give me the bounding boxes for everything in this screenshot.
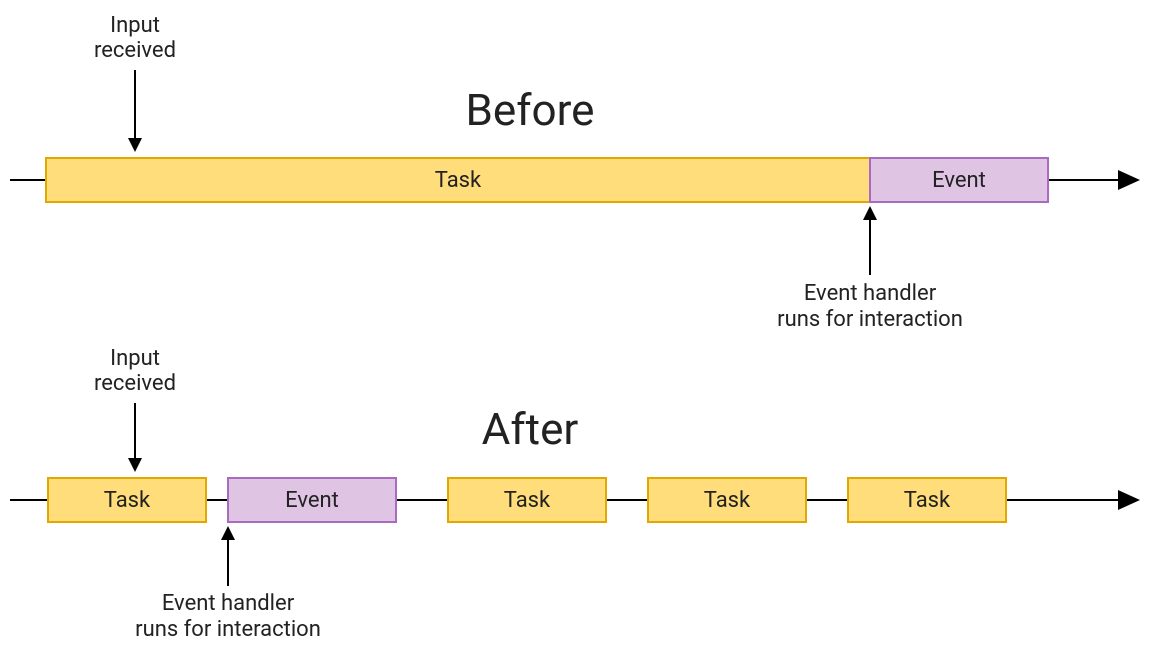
after-task-label-2: Task xyxy=(504,488,551,513)
after-task-box-3: Task xyxy=(648,478,806,522)
before-title: Before xyxy=(466,84,595,136)
after-task-box-4: Task xyxy=(848,478,1006,522)
after-handler-line2: runs for interaction xyxy=(135,617,321,642)
before-handler-arrow xyxy=(863,206,877,275)
before-input-line1: Input xyxy=(110,13,160,38)
after-input-line2: received xyxy=(94,371,176,396)
before-task-box: Task xyxy=(46,158,870,202)
before-input-line2: received xyxy=(94,38,176,63)
after-input-arrow xyxy=(128,403,142,472)
before-task-label: Task xyxy=(435,168,482,193)
after-task-label-1: Task xyxy=(104,488,151,513)
timeline-diagram: Before Input received Task Event Event h… xyxy=(0,0,1155,647)
after-event-box: Event xyxy=(228,478,396,522)
after-task-box-2: Task xyxy=(448,478,606,522)
before-input-arrow xyxy=(128,70,142,152)
before-handler-line2: runs for interaction xyxy=(777,307,963,332)
after-handler-arrow xyxy=(221,526,235,586)
after-event-label: Event xyxy=(285,488,339,513)
before-handler-line1: Event handler xyxy=(804,281,937,306)
after-task-label-4: Task xyxy=(904,488,951,513)
after-task-label-3: Task xyxy=(704,488,751,513)
before-event-box: Event xyxy=(870,158,1048,202)
after-title: After xyxy=(482,403,579,455)
after-handler-line1: Event handler xyxy=(162,591,295,616)
after-task-box-1: Task xyxy=(48,478,206,522)
before-event-label: Event xyxy=(932,168,986,193)
after-input-line1: Input xyxy=(110,346,160,371)
